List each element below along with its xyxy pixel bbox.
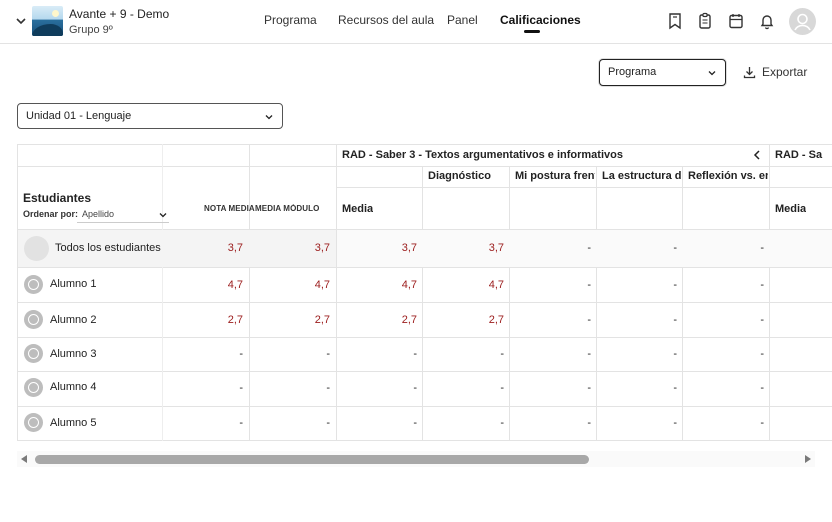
grade-cell[interactable]: 2,7 [167, 314, 243, 326]
grades-table: RAD - Saber 3 - Textos argumentativos e … [17, 144, 832, 441]
grade-cell[interactable]: 3,7 [427, 242, 504, 254]
grade-cell[interactable]: - [601, 279, 677, 291]
col-la-estructura[interactable]: La estructura de [602, 170, 681, 182]
course-title[interactable]: Avante + 9 - Demo [69, 7, 169, 21]
active-tab-indicator [524, 30, 540, 33]
grade-cell[interactable]: - [687, 348, 764, 360]
calendar-icon[interactable] [728, 12, 744, 30]
chevron-left-icon[interactable] [751, 149, 763, 161]
course-group: Grupo 9º [69, 24, 113, 36]
grade-cell[interactable]: 4,7 [427, 279, 504, 291]
col-media-modulo[interactable]: MEDIA MÓDULO [255, 204, 319, 213]
app-header: Avante + 9 - Demo Grupo 9º Programa Recu… [0, 0, 832, 44]
grade-cell[interactable]: 2,7 [254, 314, 330, 326]
group-title-next: RAD - Sa [775, 149, 823, 161]
grade-cell[interactable]: 2,7 [427, 314, 504, 326]
sort-select[interactable]: Apellido [77, 206, 169, 223]
course-logo[interactable] [32, 6, 63, 36]
grade-cell[interactable]: - [601, 348, 677, 360]
download-icon [743, 66, 756, 78]
grade-cell[interactable]: - [427, 348, 504, 360]
sort-value: Apellido [82, 209, 115, 219]
chevron-down-icon [265, 115, 273, 120]
grade-cell[interactable]: - [601, 417, 677, 429]
grade-cell[interactable]: - [341, 348, 417, 360]
grade-cell[interactable]: - [601, 242, 677, 254]
students-header: Estudiantes [23, 191, 92, 205]
scroll-right-arrow-icon[interactable] [805, 455, 811, 463]
nav-panel[interactable]: Panel [447, 13, 478, 27]
scroll-left-arrow-icon[interactable] [21, 455, 27, 463]
grade-cell[interactable]: - [514, 348, 591, 360]
export-label: Exportar [762, 65, 808, 79]
grade-cell[interactable]: - [254, 382, 330, 394]
view-select[interactable]: Programa [599, 59, 726, 86]
grade-cell[interactable]: 4,7 [341, 279, 417, 291]
group-title-saber-3: RAD - Saber 3 - Textos argumentativos e … [342, 149, 623, 161]
col-media[interactable]: Media [342, 203, 373, 215]
chevron-down-icon[interactable] [14, 14, 28, 28]
col-diagnostico[interactable]: Diagnóstico [428, 170, 508, 182]
unit-select-value: Unidad 01 - Lenguaje [26, 110, 132, 122]
student-avatar [24, 275, 43, 294]
unit-select[interactable]: Unidad 01 - Lenguaje [17, 103, 283, 129]
grade-cell[interactable]: - [514, 417, 591, 429]
student-name[interactable]: Alumno 3 [50, 348, 96, 360]
grade-cell[interactable]: 3,7 [167, 242, 243, 254]
grade-cell[interactable]: - [514, 279, 591, 291]
student-name[interactable]: Alumno 4 [50, 381, 96, 393]
chevron-down-icon [159, 213, 167, 218]
student-name[interactable]: Alumno 5 [50, 417, 96, 429]
nav-recursos-del-aula[interactable]: Recursos del aula [338, 13, 434, 27]
grade-cell[interactable]: - [427, 417, 504, 429]
col-nota-media[interactable]: NOTA MEDIA [204, 204, 255, 213]
grade-cell[interactable]: - [514, 242, 591, 254]
sort-label: Ordenar por: [23, 209, 79, 219]
grade-cell[interactable]: - [514, 382, 591, 394]
scrollbar-thumb[interactable] [35, 455, 589, 464]
view-select-value: Programa [608, 66, 657, 78]
grade-cell[interactable]: - [687, 242, 764, 254]
grade-cell[interactable]: - [687, 279, 764, 291]
grade-cell[interactable]: - [687, 417, 764, 429]
grade-cell[interactable]: - [167, 348, 243, 360]
grade-cell[interactable]: - [167, 382, 243, 394]
grade-cell[interactable]: 4,7 [254, 279, 330, 291]
export-button[interactable]: Exportar [743, 63, 807, 81]
grade-cell[interactable]: - [427, 382, 504, 394]
clipboard-icon[interactable] [697, 12, 713, 30]
student-avatar [24, 413, 43, 432]
grade-cell[interactable]: - [254, 348, 330, 360]
user-avatar-icon [794, 13, 811, 31]
grade-cell[interactable]: - [687, 314, 764, 326]
grade-cell[interactable]: 3,7 [254, 242, 330, 254]
grade-cell[interactable]: - [601, 382, 677, 394]
student-name[interactable]: Todos los estudiantes [55, 242, 161, 254]
student-avatar [24, 344, 43, 363]
student-name[interactable]: Alumno 1 [50, 278, 96, 290]
grade-cell[interactable]: - [687, 382, 764, 394]
nav-calificaciones[interactable]: Calificaciones [500, 13, 581, 27]
student-avatar [24, 310, 43, 329]
student-name[interactable]: Alumno 2 [50, 314, 96, 326]
group-avatar [24, 236, 49, 261]
grade-cell[interactable]: - [167, 417, 243, 429]
grade-cell[interactable]: 3,7 [341, 242, 417, 254]
col-mi-postura[interactable]: Mi postura frent [515, 170, 595, 182]
grade-cell[interactable]: - [341, 417, 417, 429]
chevron-down-icon [708, 71, 716, 76]
bookmark-icon[interactable] [667, 12, 683, 30]
grade-cell[interactable]: - [601, 314, 677, 326]
col-media-next[interactable]: Media [775, 203, 806, 215]
student-avatar [24, 378, 43, 397]
grade-cell[interactable]: 4,7 [167, 279, 243, 291]
col-reflexion[interactable]: Reflexión vs. ens [688, 170, 768, 182]
nav-programa[interactable]: Programa [264, 13, 317, 27]
grade-cell[interactable]: 2,7 [341, 314, 417, 326]
grade-cell[interactable]: - [514, 314, 591, 326]
grade-cell[interactable]: - [254, 417, 330, 429]
bell-icon[interactable] [759, 12, 775, 30]
user-avatar[interactable] [789, 8, 816, 35]
grade-cell[interactable]: - [341, 382, 417, 394]
